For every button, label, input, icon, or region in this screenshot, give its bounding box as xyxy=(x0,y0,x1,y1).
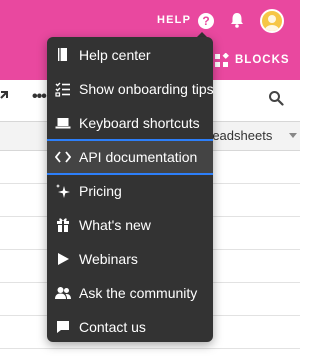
menu-item-contact-us[interactable]: Contact us xyxy=(47,312,213,342)
more-icon[interactable]: ••• xyxy=(32,88,47,106)
chat-icon xyxy=(55,319,71,335)
menu-item-label: Webinars xyxy=(79,251,138,267)
book-icon xyxy=(55,47,71,63)
menu-item-whats-new[interactable]: What's new xyxy=(47,210,213,240)
blocks-label: BLOCKS xyxy=(235,54,290,66)
menu-item-label: Pricing xyxy=(79,183,122,199)
laptop-icon xyxy=(55,115,71,131)
menu-item-pricing[interactable]: Pricing xyxy=(47,176,213,206)
menu-item-label: Contact us xyxy=(79,319,146,335)
help-menu: Help center Show onboarding tips Keyboar… xyxy=(47,37,214,342)
avatar-person-icon xyxy=(265,15,279,31)
play-icon xyxy=(55,251,71,267)
menu-item-label: What's new xyxy=(79,217,151,233)
menu-item-label: API documentation xyxy=(79,149,198,165)
menu-item-api-documentation[interactable]: API documentation xyxy=(47,139,213,175)
top-bar xyxy=(0,0,300,41)
menu-item-ask-community[interactable]: Ask the community xyxy=(47,278,213,308)
menu-item-label: Keyboard shortcuts xyxy=(79,115,200,131)
search-icon[interactable] xyxy=(268,90,284,106)
help-label[interactable]: HELP xyxy=(157,14,191,26)
column-header-label[interactable]: readsheets xyxy=(208,128,272,143)
checklist-icon xyxy=(55,81,71,97)
menu-item-onboarding-tips[interactable]: Show onboarding tips xyxy=(47,74,214,104)
menu-item-label: Help center xyxy=(79,47,151,63)
blocks-icon xyxy=(215,53,229,67)
expand-icon[interactable] xyxy=(0,90,10,102)
menu-item-label: Show onboarding tips xyxy=(79,81,214,97)
help-icon[interactable]: ? xyxy=(198,13,214,29)
people-icon xyxy=(55,285,71,301)
menu-item-help-center[interactable]: Help center xyxy=(47,40,213,70)
menu-item-keyboard-shortcuts[interactable]: Keyboard shortcuts xyxy=(47,108,213,138)
bell-icon[interactable] xyxy=(228,11,246,29)
menu-item-label: Ask the community xyxy=(79,285,198,301)
chevron-down-icon[interactable] xyxy=(289,133,297,139)
sparkle-icon xyxy=(55,183,71,199)
code-icon xyxy=(55,149,71,165)
menu-item-webinars[interactable]: Webinars xyxy=(47,244,213,274)
avatar[interactable] xyxy=(260,9,284,33)
gift-icon xyxy=(55,217,71,233)
